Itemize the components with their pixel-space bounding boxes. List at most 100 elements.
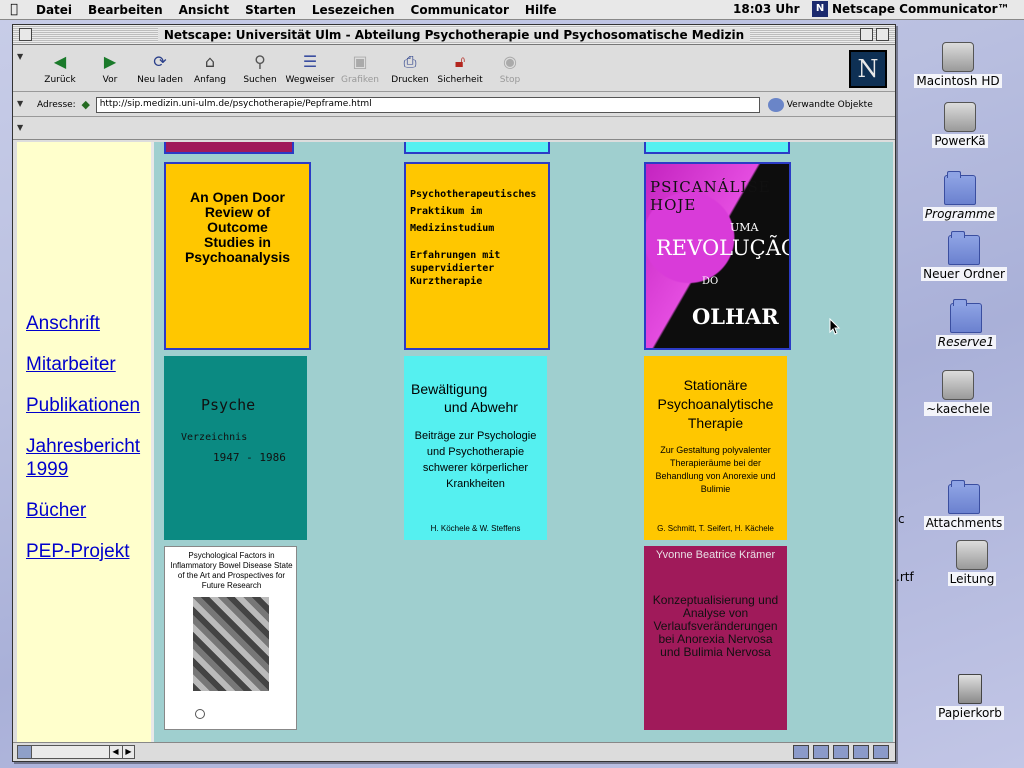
frame-divider[interactable] (151, 142, 154, 742)
book-cover-partial[interactable] (404, 142, 550, 154)
book-cover-psyche[interactable]: Psyche Verzeichnis 1947 - 1986 (164, 356, 307, 540)
composer-icon[interactable] (873, 745, 889, 759)
book-title-top: PSICANÁLISE HOJE (650, 178, 771, 214)
nav-link-publikationen[interactable]: Publikationen (26, 394, 151, 417)
home-button[interactable]: ⌂ Anfang (185, 46, 235, 91)
related-objects-button[interactable]: Verwandte Objekte (767, 97, 873, 112)
book-title-small: UMA (730, 221, 759, 234)
partial-desktop-label: c (898, 512, 905, 526)
hard-disk-icon (942, 42, 974, 72)
book-title-line1: Bewältigung (411, 381, 488, 397)
menu-datei[interactable]: Datei (28, 3, 80, 17)
desktop-icon-attachments[interactable]: Attachments (909, 480, 1019, 530)
nav-link-anschrift[interactable]: Anschrift (26, 312, 151, 335)
nav-link-mitarbeiter[interactable]: Mitarbeiter (26, 353, 151, 376)
nav-link-pep-projekt[interactable]: PEP-Projekt (26, 540, 151, 563)
desktop-icon-macintosh-hd[interactable]: Macintosh HD (903, 42, 1013, 88)
book-title: Psychological Factors in Inflammatory Bo… (170, 551, 293, 590)
close-box-button[interactable] (19, 28, 32, 41)
stop-label: Stop (499, 75, 521, 85)
guide-button[interactable]: ☰ Wegweiser (285, 46, 335, 91)
scroll-left-arrow-icon[interactable]: ◀ (109, 746, 121, 758)
folder-icon (948, 231, 980, 265)
menu-lesezeichen[interactable]: Lesezeichen (304, 3, 403, 17)
location-grip-icon[interactable]: ▼ (17, 99, 25, 108)
menu-bearbeiten[interactable]: Bearbeiten (80, 3, 171, 17)
print-button[interactable]: ⎙ Drucken (385, 46, 435, 91)
horizontal-scrollbar[interactable]: ◀ ▶ (17, 745, 135, 759)
book-subtitle: Erfahrungen mit supervidierter Kurzthera… (410, 250, 501, 287)
netscape-logo[interactable]: N (849, 50, 887, 88)
menu-communicator[interactable]: Communicator (403, 3, 517, 17)
reload-icon: ⟳ (153, 52, 167, 71)
forward-button[interactable]: ▶ Vor (85, 46, 135, 91)
partial-desktop-label: .rtf (896, 570, 914, 584)
security-button[interactable]: 🔓︎ Sicherheit (435, 46, 485, 91)
book-cover-stationaere-therapie[interactable]: Stationäre Psychoanalytische Therapie Zu… (644, 356, 787, 540)
forward-arrow-icon: ▶ (103, 52, 117, 71)
back-button[interactable]: ◀ Zurück (35, 46, 85, 91)
address-book-icon[interactable] (853, 745, 869, 759)
book-cover-kraemer-konzeptualisierung[interactable]: Yvonne Beatrice Krämer Konzeptualisierun… (644, 546, 787, 730)
mail-icon[interactable] (813, 745, 829, 759)
menubar-clock[interactable]: 18:03 Uhr (733, 2, 800, 16)
scrollbar-thumb[interactable] (18, 746, 32, 758)
desktop-icon-powerka[interactable]: PowerKä (905, 102, 1015, 148)
book-cover-partial[interactable] (644, 142, 790, 154)
newsgroups-icon[interactable] (833, 745, 849, 759)
book-title: Konzeptualisierung und Analyse von Verla… (652, 593, 779, 659)
desktop-icon-reserve1[interactable]: Reserve1 (911, 299, 1021, 349)
scroll-right-arrow-icon[interactable]: ▶ (122, 746, 134, 758)
desktop-icon-kaechele[interactable]: ~kaechele (903, 370, 1013, 416)
browser-window: Netscape: Universität Ulm - Abteilung Ps… (12, 24, 896, 762)
book-cover-ibd-psychological-factors[interactable]: Psychological Factors in Inflammatory Bo… (164, 546, 297, 730)
apple-menu-icon[interactable]:  (0, 2, 28, 17)
book-authors: H. Köchele & W. Steffens (430, 524, 521, 533)
page-proxy-icon[interactable]: ◆ (79, 98, 93, 112)
forward-label: Vor (102, 75, 118, 85)
desktop-icon-label: Reserve1 (935, 335, 997, 349)
desktop-icon-label: Programme (922, 207, 998, 221)
application-menu[interactable]: N Netscape Communicator™ (812, 1, 1010, 17)
book-cover-photo (193, 597, 269, 691)
trash-icon (958, 674, 982, 704)
menu-ansicht[interactable]: Ansicht (171, 3, 237, 17)
desktop-icon-label: ~kaechele (924, 402, 992, 416)
lock-icon: 🔓︎ (454, 52, 466, 71)
menubar:  Datei Bearbeiten Ansicht Starten Lesez… (0, 0, 1024, 20)
window-titlebar[interactable]: Netscape: Universität Ulm - Abteilung Ps… (13, 25, 895, 45)
book-cover-bewaeltigung-und-abwehr[interactable]: Bewältigung und Abwehr Beiträge zur Psyc… (404, 356, 547, 540)
desktop-icon-label: Neuer Ordner (921, 267, 1007, 281)
personal-toolbar-grip-icon[interactable]: ▼ (17, 123, 25, 132)
book-cover-praktikum[interactable]: Psychotherapeutisches Praktikum im Mediz… (404, 162, 550, 350)
search-button[interactable]: ⚲ Suchen (235, 46, 285, 91)
desktop-icon-neuer-ordner[interactable]: Neuer Ordner (909, 231, 1019, 281)
menu-hilfe[interactable]: Hilfe (517, 3, 565, 17)
book-title: Psychotherapeutisches Praktikum im Mediz… (410, 189, 537, 234)
book-cover-partial[interactable] (164, 142, 294, 154)
zoom-box-button[interactable] (860, 28, 873, 41)
desktop-icon-papierkorb[interactable]: Papierkorb (915, 674, 1024, 720)
search-label: Suchen (243, 75, 277, 85)
toolbar-grip-icon[interactable]: ▼ (17, 52, 25, 61)
nav-link-jahresbericht[interactable]: Jahresbericht 1999 (26, 435, 150, 481)
search-icon: ⚲ (254, 52, 266, 71)
book-cover-revolucao-do-olhar[interactable]: PSICANÁLISE HOJE UMA REVOLUÇÃO DO OLHAR (644, 162, 791, 350)
back-arrow-icon: ◀ (53, 52, 67, 71)
desktop-icon-label: Macintosh HD (914, 74, 1002, 88)
desktop-icon-label: PowerKä (932, 134, 988, 148)
seal-icon (195, 709, 205, 719)
book-cover-open-door-review[interactable]: An Open Door Review of Outcome Studies i… (164, 162, 311, 350)
home-label: Anfang (194, 75, 226, 85)
url-field[interactable]: http://sip.medizin.uni-ulm.de/psychother… (95, 96, 760, 113)
desktop-icon-leitung[interactable]: Leitung (917, 540, 1024, 586)
navigator-icon[interactable] (793, 745, 809, 759)
related-objects-label: Verwandte Objekte (786, 99, 873, 110)
images-button[interactable]: ▣ Grafiken (335, 46, 385, 91)
nav-link-buecher[interactable]: Bücher (26, 499, 151, 522)
reload-button[interactable]: ⟳ Neu laden (135, 46, 185, 91)
collapse-box-button[interactable] (876, 28, 889, 41)
stop-button[interactable]: ◉ Stop (485, 46, 535, 91)
desktop-icon-programme[interactable]: Programme (905, 171, 1015, 221)
menu-starten[interactable]: Starten (237, 3, 304, 17)
